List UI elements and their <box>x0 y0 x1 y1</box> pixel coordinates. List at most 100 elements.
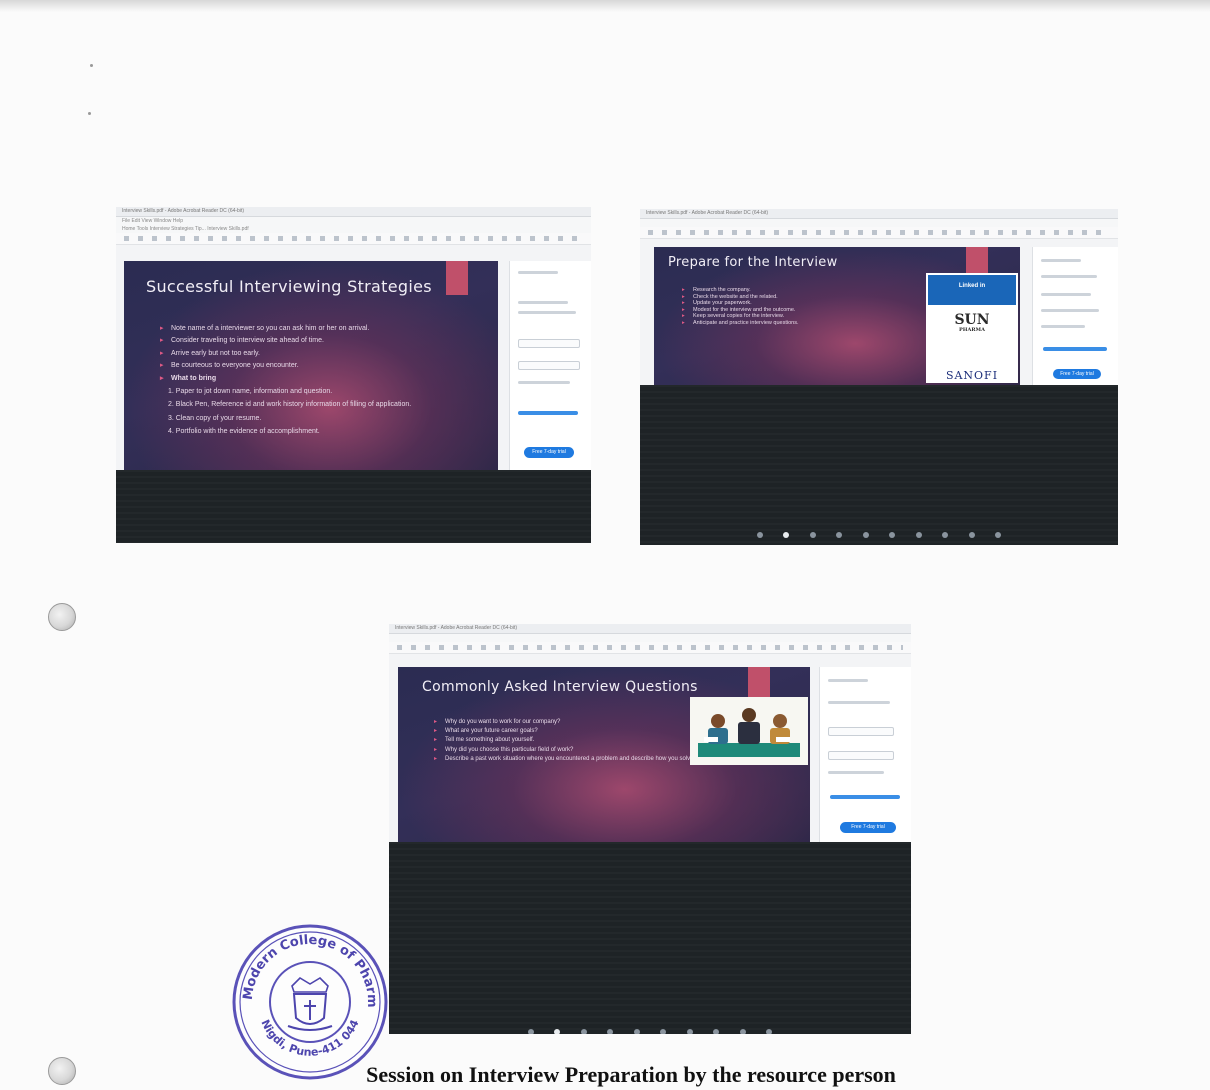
sidebar-line <box>1041 293 1091 296</box>
interview-panel-illustration <box>690 697 808 765</box>
bullet-item: Be courteous to everyone you encounter. <box>160 362 460 371</box>
bullet-item: Why do you want to work for our company? <box>434 719 724 726</box>
bullet-item: Keep several copies for the interview. <box>682 313 922 320</box>
interview-illustration-icon <box>690 697 808 765</box>
tab-bar <box>640 219 1118 227</box>
sun-pharma-logo: SUN PHARMA <box>926 313 1018 333</box>
page-dot[interactable] <box>889 532 896 538</box>
slide-bullets: Why do you want to work for our company?… <box>434 719 724 763</box>
screenshot-prepare-interview: Interview Skills.pdf - Adobe Acrobat Rea… <box>640 209 1118 545</box>
free-trial-button[interactable]: Free 7-day trial <box>1053 369 1101 379</box>
sidebar-field[interactable] <box>828 751 894 760</box>
slide-bullets: Research the company. Check the website … <box>682 287 922 327</box>
page-dot[interactable] <box>766 1029 773 1034</box>
tab-labels: Home Tools Interview Strategies Tip... I… <box>122 226 249 232</box>
slide-pagination <box>640 525 1118 543</box>
bullet-item: Anticipate and practice interview questi… <box>682 320 922 327</box>
bullet-item: Update your paperwork. <box>682 300 922 307</box>
sidebar-line <box>828 701 890 704</box>
bullet-item: What are your future career goals? <box>434 728 724 735</box>
page-caption: Session on Interview Preparation by the … <box>0 1062 1210 1088</box>
page-dot[interactable] <box>862 532 869 538</box>
screenshot-common-questions: Interview Skills.pdf - Adobe Acrobat Rea… <box>389 624 911 1034</box>
sidebar-field[interactable] <box>828 727 894 736</box>
slide: Commonly Asked Interview Questions Why d… <box>398 667 810 842</box>
page-dot[interactable] <box>686 1029 693 1034</box>
sidebar-line <box>518 381 570 384</box>
sidebar-field[interactable] <box>518 339 580 348</box>
window-title: Interview Skills.pdf - Adobe Acrobat Rea… <box>395 625 517 631</box>
dark-viewer-area <box>389 842 911 1034</box>
bullet-item: Tell me something about yourself. <box>434 737 724 744</box>
sidebar-line <box>1041 275 1097 278</box>
right-sidebar: Free 7-day trial <box>509 261 591 470</box>
page-dot[interactable] <box>660 1029 667 1034</box>
sidebar-field[interactable] <box>518 361 580 370</box>
bullet-item: Check the website and the related. <box>682 294 922 301</box>
bullet-item: Modest for the interview and the outcome… <box>682 307 922 314</box>
title-bar: Interview Skills.pdf - Adobe Acrobat Rea… <box>640 209 1118 219</box>
sub-item: 2. Black Pen, Reference id and work hist… <box>168 401 412 409</box>
title-bar: Interview Skills.pdf - Adobe Acrobat Rea… <box>389 624 911 634</box>
toolbar <box>389 642 911 654</box>
dark-viewer-area <box>640 385 1118 545</box>
page-dot[interactable] <box>809 532 816 538</box>
title-bar: Interview Skills.pdf - Adobe Acrobat Rea… <box>116 207 591 217</box>
bullet-item: Research the company. <box>682 287 922 294</box>
sidebar-line <box>1041 325 1085 328</box>
slide-title: Successful Interviewing Strategies <box>146 277 432 296</box>
page-dot[interactable] <box>527 1029 534 1034</box>
caption-text: Session on Interview Preparation by the … <box>366 1062 896 1087</box>
page-dot[interactable] <box>915 532 922 538</box>
slide-title: Prepare for the Interview <box>668 255 838 270</box>
bullet-item: Note name of a interviewer so you can as… <box>160 325 460 334</box>
sanofi-logo: SANOFI <box>945 369 999 382</box>
linkedin-logo: Linked in <box>928 275 1016 305</box>
sun-logo-text: SUN <box>954 312 990 328</box>
free-trial-button[interactable]: Free 7-day trial <box>840 822 896 833</box>
sidebar-progress <box>518 411 578 415</box>
right-sidebar: Free 7-day trial <box>819 667 911 842</box>
slide-accent <box>748 667 770 701</box>
dark-viewer-area <box>116 470 591 543</box>
bullet-item: Describe a past work situation where you… <box>434 756 724 763</box>
college-seal-icon: PES Modern College of Pharmacy Nigdi, Pu… <box>225 911 388 1080</box>
sub-item: 1. Paper to jot down name, information a… <box>168 387 333 395</box>
free-trial-button[interactable]: Free 7-day trial <box>524 447 574 458</box>
page-dot-active[interactable] <box>554 1029 561 1034</box>
page-dot[interactable] <box>756 532 763 538</box>
toolbar-icons <box>648 230 1110 235</box>
page-dot[interactable] <box>607 1029 614 1034</box>
page-dot[interactable] <box>713 1029 720 1034</box>
page-dot[interactable] <box>836 532 843 538</box>
slide-title: Commonly Asked Interview Questions <box>422 679 698 695</box>
page-dot[interactable] <box>995 532 1002 538</box>
slide: Prepare for the Interview Research the c… <box>654 247 1020 385</box>
page-dot[interactable] <box>739 1029 746 1034</box>
toolbar-icons <box>397 645 903 650</box>
sub-item: 4. Portfolio with the evidence of accomp… <box>168 428 320 436</box>
linkedin-logo-text: Linked in <box>958 283 986 289</box>
scan-speck <box>90 64 93 67</box>
window-title: Interview Skills.pdf - Adobe Acrobat Rea… <box>646 210 768 216</box>
page-dot-active[interactable] <box>783 532 790 538</box>
page-dot[interactable] <box>968 532 975 538</box>
page-dot[interactable] <box>633 1029 640 1034</box>
sidebar-progress <box>830 795 900 799</box>
toolbar <box>116 233 591 245</box>
bullet-item: What to bring <box>160 375 460 384</box>
sidebar-line <box>518 311 576 314</box>
sidebar-line <box>1041 309 1099 312</box>
page-dot[interactable] <box>942 532 949 538</box>
bullet-item: Arrive early but not too early. <box>160 350 460 359</box>
tab-bar: Home Tools Interview Strategies Tip... I… <box>116 225 591 233</box>
bullet-item: Consider traveling to interview site ahe… <box>160 337 460 346</box>
sidebar-line <box>518 271 558 274</box>
menu-bar: File Edit View Window Help <box>116 217 591 225</box>
sun-logo-subtext: PHARMA <box>959 327 985 333</box>
sub-item: 3. Clean copy of your resume. <box>168 414 262 422</box>
page-dot[interactable] <box>580 1029 587 1034</box>
slide-bullets: Note name of a interviewer so you can as… <box>160 325 460 437</box>
sidebar-line <box>828 679 868 682</box>
right-sidebar: Free 7-day trial <box>1032 247 1118 385</box>
